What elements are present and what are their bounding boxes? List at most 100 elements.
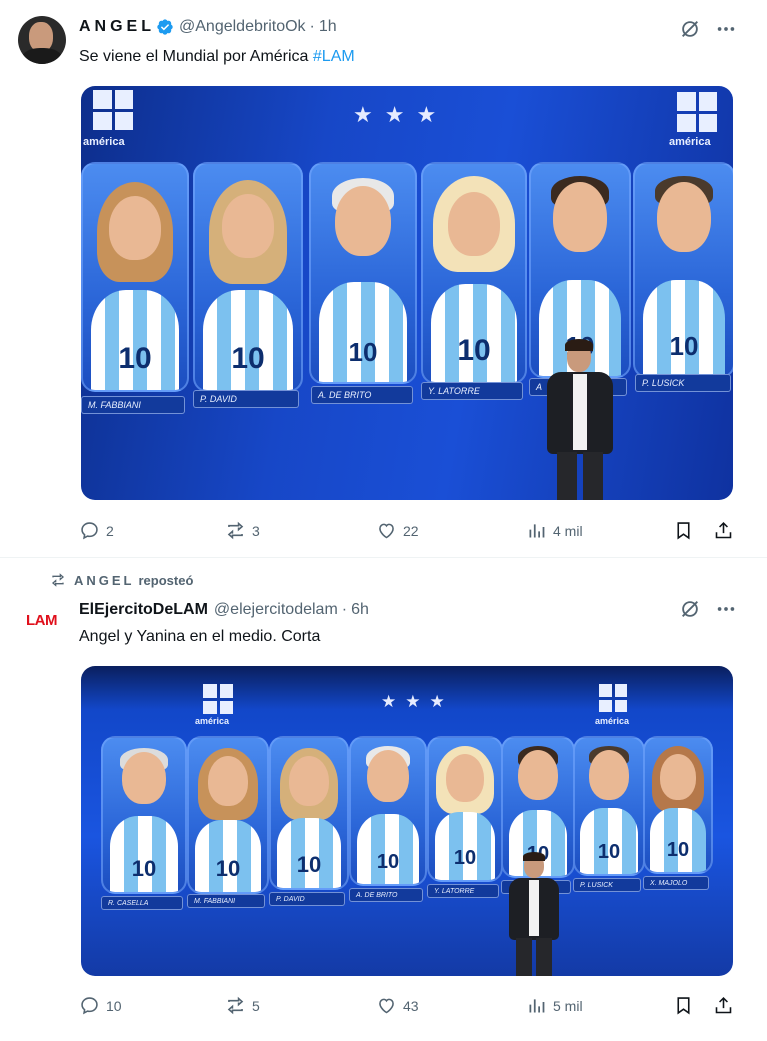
repost-button[interactable]: 3 <box>225 520 260 541</box>
name-tag: Y. LATORRE <box>421 382 523 400</box>
reply-button[interactable]: 10 <box>79 995 122 1016</box>
timestamp[interactable]: 1h <box>319 18 337 36</box>
share-button[interactable] <box>713 520 734 541</box>
photo-card: 10 <box>101 736 187 894</box>
photo-card: 10 <box>81 162 189 392</box>
stars-icon: ★★★ <box>381 692 454 711</box>
bookmark-button[interactable] <box>673 520 694 541</box>
share-button[interactable] <box>713 995 734 1016</box>
name-tag: P. DAVID <box>269 892 345 906</box>
timestamp[interactable]: 6h <box>351 601 369 619</box>
tweet-2[interactable]: ANGEL reposteó LAM ElEjercitoDeLAM @eleje… <box>0 558 767 1041</box>
name-tag: R. CASELLA <box>101 896 183 910</box>
channel-logo-icon <box>599 684 627 712</box>
repost-button[interactable]: 5 <box>225 995 260 1016</box>
reposted-by-name[interactable]: ANGEL <box>74 573 135 588</box>
name-tag: X. MAJOLO <box>643 876 709 890</box>
tweet-top-actions <box>679 18 737 40</box>
channel-logo-text: américa <box>195 716 230 726</box>
reposted-by-line: ANGEL reposteó <box>50 572 193 588</box>
photo-card: 10 <box>633 162 733 378</box>
reply-button[interactable]: 2 <box>79 520 114 541</box>
bookmark-icon <box>677 997 690 1015</box>
view-count: 5 mil <box>553 997 583 1014</box>
tweet-media-image[interactable]: américa américa ★★★ 10 10 10 10 <box>81 666 733 976</box>
views-button[interactable]: 4 mil <box>526 520 583 541</box>
repost-count: 3 <box>252 522 260 539</box>
tweet-actions-bar: 10 5 43 5 mil <box>79 995 739 1019</box>
share-icon <box>715 521 732 539</box>
handle[interactable]: @elejercitodelam <box>214 601 338 619</box>
photo-card: 10 <box>269 736 349 890</box>
reply-icon <box>81 997 98 1015</box>
verified-badge-icon <box>157 19 173 35</box>
name-tag: Y. LATORRE <box>427 884 499 898</box>
tweet-media-image[interactable]: américa américa ★★★ 10 10 10 10 <box>81 86 733 500</box>
tweet-text: Se viene el Mundial por América #LAM <box>79 48 355 66</box>
tweet-1[interactable]: ANGEL @AngeldebritoOk · 1h Se viene el M… <box>0 0 767 556</box>
stars-icon: ★★★ <box>353 102 449 127</box>
photo-card: 10 <box>573 736 645 876</box>
name-tag: M. FABBIANI <box>187 894 265 908</box>
share-icon <box>715 996 732 1014</box>
more-options-icon[interactable] <box>715 18 737 40</box>
channel-logo-text: américa <box>669 136 711 148</box>
heart-icon <box>379 998 394 1014</box>
tweet-header: ANGEL @AngeldebritoOk · 1h <box>79 18 337 36</box>
display-name[interactable]: ElEjercitoDeLAM <box>79 601 208 619</box>
repost-icon <box>227 521 244 540</box>
name-tag: M. FABBIANI <box>81 396 185 414</box>
views-icon <box>529 524 545 538</box>
views-icon <box>529 999 545 1013</box>
tweet-actions-bar: 2 3 22 4 mil <box>79 520 739 544</box>
tweet-header: ElEjercitoDeLAM @elejercitodelam · 6h <box>79 601 369 619</box>
handle[interactable]: @AngeldebritoOk <box>179 18 306 36</box>
host-figure <box>501 852 567 976</box>
photo-card: 10 <box>187 736 269 894</box>
like-count: 22 <box>403 522 419 539</box>
tweet-text: Angel y Yanina en el medio. Corta <box>79 628 321 645</box>
repost-icon <box>51 573 65 587</box>
display-name[interactable]: ANGEL <box>79 18 155 36</box>
separator-dot: · <box>309 18 315 35</box>
like-count: 43 <box>403 997 419 1014</box>
name-tag: P. DAVID <box>193 390 299 408</box>
like-button[interactable]: 22 <box>376 520 419 541</box>
grok-icon[interactable] <box>679 598 701 620</box>
channel-logo-icon <box>93 90 133 130</box>
reply-count: 2 <box>106 522 114 539</box>
channel-logo-text: américa <box>595 716 630 726</box>
views-button[interactable]: 5 mil <box>526 995 583 1016</box>
photo-card: 10 <box>427 736 503 882</box>
bookmark-icon <box>677 522 690 540</box>
hashtag-link[interactable]: #LAM <box>313 48 355 65</box>
grok-icon[interactable] <box>679 18 701 40</box>
avatar[interactable] <box>18 16 66 64</box>
bookmark-button[interactable] <box>673 995 694 1016</box>
photo-card: 10 <box>421 162 527 384</box>
reply-icon <box>81 522 98 540</box>
channel-logo-text: américa <box>83 136 125 148</box>
channel-logo-icon <box>203 684 233 714</box>
host-figure <box>537 339 623 500</box>
name-tag: P. LUSICK <box>573 878 641 892</box>
repost-count: 5 <box>252 997 260 1014</box>
more-options-icon[interactable] <box>715 598 737 620</box>
name-tag: A. DE BRITO <box>311 386 413 404</box>
name-tag: P. LUSICK <box>635 374 731 392</box>
repost-icon <box>227 996 244 1015</box>
channel-logo-icon <box>677 92 717 132</box>
name-tag: A. DE BRITO <box>349 888 423 902</box>
heart-icon <box>379 523 394 539</box>
reply-count: 10 <box>106 997 122 1014</box>
view-count: 4 mil <box>553 522 583 539</box>
tweet-text-main: Se viene el Mundial por América <box>79 48 313 65</box>
tweet-top-actions <box>679 598 737 620</box>
photo-card: 10 <box>643 736 713 874</box>
separator-dot: · <box>341 601 348 618</box>
like-button[interactable]: 43 <box>376 995 419 1016</box>
photo-card: 10 <box>193 162 303 392</box>
photo-card: 10 <box>309 162 417 384</box>
photo-card: 10 <box>349 736 427 886</box>
avatar-lam-logo[interactable]: LAM <box>26 612 58 629</box>
